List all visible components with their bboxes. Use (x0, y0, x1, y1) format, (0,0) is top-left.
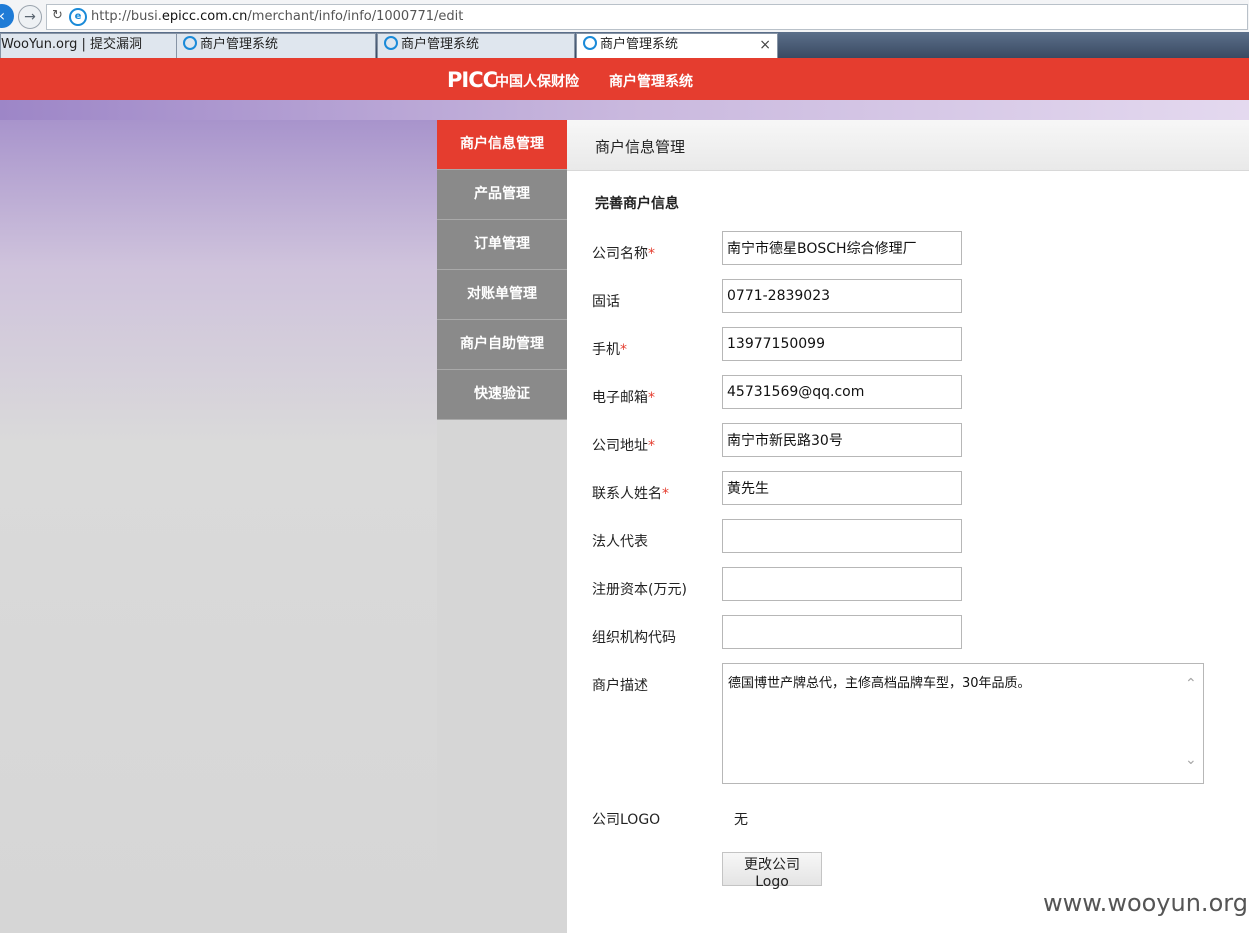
capital-label: 注册资本(万元) (592, 582, 687, 598)
browser-tab-wooyun[interactable]: WooYun.org | 提交漏洞 (0, 33, 177, 59)
picc-logo: PICC (447, 68, 498, 92)
description-label: 商户描述 (592, 678, 648, 694)
mobile-input[interactable] (722, 327, 962, 361)
ie-tab-icon (183, 36, 197, 50)
background-left (0, 120, 437, 933)
email-label: 电子邮箱* (592, 390, 655, 406)
panel-header: 商户信息管理 (567, 120, 1249, 171)
contact-input[interactable] (722, 471, 962, 505)
landline-label: 固话 (592, 294, 620, 310)
banner-band (0, 100, 1249, 120)
sidebar-nav: 商户信息管理 产品管理 订单管理 对账单管理 商户自助管理 快速验证 (437, 120, 567, 420)
background-below-nav (437, 419, 567, 933)
org-code-label: 组织机构代码 (592, 630, 676, 646)
browser-address-bar: ‹ → ↻ e http://busi.epicc.com.cn/merchan… (0, 0, 1249, 33)
site-title: 商户管理系统 (609, 74, 693, 90)
scroll-up-icon[interactable]: ⌃ (1185, 676, 1197, 692)
email-input[interactable] (722, 375, 962, 409)
url-text: http://busi.epicc.com.cn/merchant/info/i… (91, 9, 464, 24)
sidebar-item-merchant-info[interactable]: 商户信息管理 (437, 120, 567, 170)
company-name-input[interactable] (722, 231, 962, 265)
picc-logo-cn: 中国人保财险 (495, 74, 579, 90)
panel-title: 商户信息管理 (595, 138, 686, 156)
refresh-icon[interactable]: ↻ (52, 8, 63, 23)
scroll-down-icon[interactable]: ⌄ (1185, 752, 1197, 768)
forward-button[interactable]: → (18, 5, 42, 29)
browser-tab-merchant-1[interactable]: 商户管理系统 (176, 33, 376, 59)
close-tab-icon[interactable]: × (759, 34, 771, 56)
logo-value: 无 (734, 812, 748, 828)
sidebar-item-statements[interactable]: 对账单管理 (437, 270, 567, 320)
ie-tab-icon (384, 36, 398, 50)
section-title: 完善商户信息 (595, 196, 679, 212)
address-label: 公司地址* (592, 438, 655, 454)
org-code-input[interactable] (722, 615, 962, 649)
landline-input[interactable] (722, 279, 962, 313)
capital-input[interactable] (722, 567, 962, 601)
sidebar-item-orders[interactable]: 订单管理 (437, 220, 567, 270)
legal-rep-input[interactable] (722, 519, 962, 553)
browser-tab-merchant-active[interactable]: 商户管理系统 × (576, 33, 778, 59)
mobile-label: 手机* (592, 342, 627, 358)
legal-rep-label: 法人代表 (592, 534, 648, 550)
browser-tab-merchant-2[interactable]: 商户管理系统 (377, 33, 575, 59)
site-header: PICC 中国人保财险 商户管理系统 (0, 58, 1249, 100)
browser-tab-strip: WooYun.org | 提交漏洞 商户管理系统 商户管理系统 商户管理系统 × (0, 32, 1249, 59)
watermark: www.wooyun.org (1043, 889, 1248, 917)
ie-tab-icon (583, 36, 597, 50)
logo-label: 公司LOGO (592, 812, 661, 828)
main-panel: 商户信息管理 完善商户信息 公司名称* 固话 手机* 电子邮箱* 公司地址* 联… (567, 120, 1249, 933)
sidebar-item-quick-verify[interactable]: 快速验证 (437, 370, 567, 420)
description-textarea[interactable]: 德国博世产牌总代，主修高档品牌车型，30年品质。 (722, 663, 1204, 784)
change-logo-button[interactable]: 更改公司Logo (722, 852, 822, 890)
ie-page-icon: e (69, 8, 87, 26)
address-input[interactable] (722, 423, 962, 457)
back-button[interactable]: ‹ (0, 4, 14, 28)
contact-label: 联系人姓名* (592, 486, 669, 502)
sidebar-item-self-service[interactable]: 商户自助管理 (437, 320, 567, 370)
url-field[interactable]: ↻ e http://busi.epicc.com.cn/merchant/in… (46, 4, 1248, 30)
sidebar-item-products[interactable]: 产品管理 (437, 170, 567, 220)
company-name-label: 公司名称* (592, 246, 655, 262)
